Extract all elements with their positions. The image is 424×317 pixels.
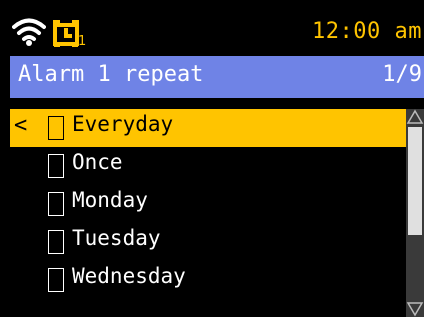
scrollbar-thumb[interactable] [408, 127, 422, 235]
page-indicator: 1/9 [382, 62, 422, 87]
list-item-label: Monday [72, 188, 148, 212]
page-title: Alarm 1 repeat [18, 62, 204, 87]
checkbox-once[interactable] [48, 154, 64, 178]
checkbox-tuesday[interactable] [48, 230, 64, 254]
list-item-once[interactable]: Once [10, 147, 406, 185]
alarm-clock-icon [53, 20, 79, 47]
alarm-number: 1 [78, 34, 87, 49]
list-item-label: Everyday [72, 112, 174, 136]
back-arrow-icon[interactable]: < [14, 113, 27, 138]
list-item-tuesday[interactable]: Tuesday [10, 223, 406, 261]
list-item-label: Wednesday [72, 264, 186, 288]
checkbox-wednesday[interactable] [48, 268, 64, 292]
wifi-icon [12, 18, 46, 46]
list-item-everyday[interactable]: < Everyday [10, 109, 406, 147]
status-bar: 1 12:00 am [0, 0, 424, 56]
repeat-option-list: < Everyday Once Monday Tuesday Wednesday [10, 109, 406, 299]
list-item-label: Once [72, 150, 123, 174]
scrollbar[interactable] [406, 109, 424, 317]
clock-time: 12:00 am [312, 19, 422, 44]
list-item-monday[interactable]: Monday [10, 185, 406, 223]
list-item-label: Tuesday [72, 226, 161, 250]
checkbox-monday[interactable] [48, 192, 64, 216]
checkbox-everyday[interactable] [48, 116, 64, 140]
scroll-up-arrow-icon[interactable] [406, 109, 424, 125]
list-item-wednesday[interactable]: Wednesday [10, 261, 406, 299]
title-bar: Alarm 1 repeat 1/9 [10, 56, 424, 98]
scroll-down-arrow-icon[interactable] [406, 301, 424, 317]
